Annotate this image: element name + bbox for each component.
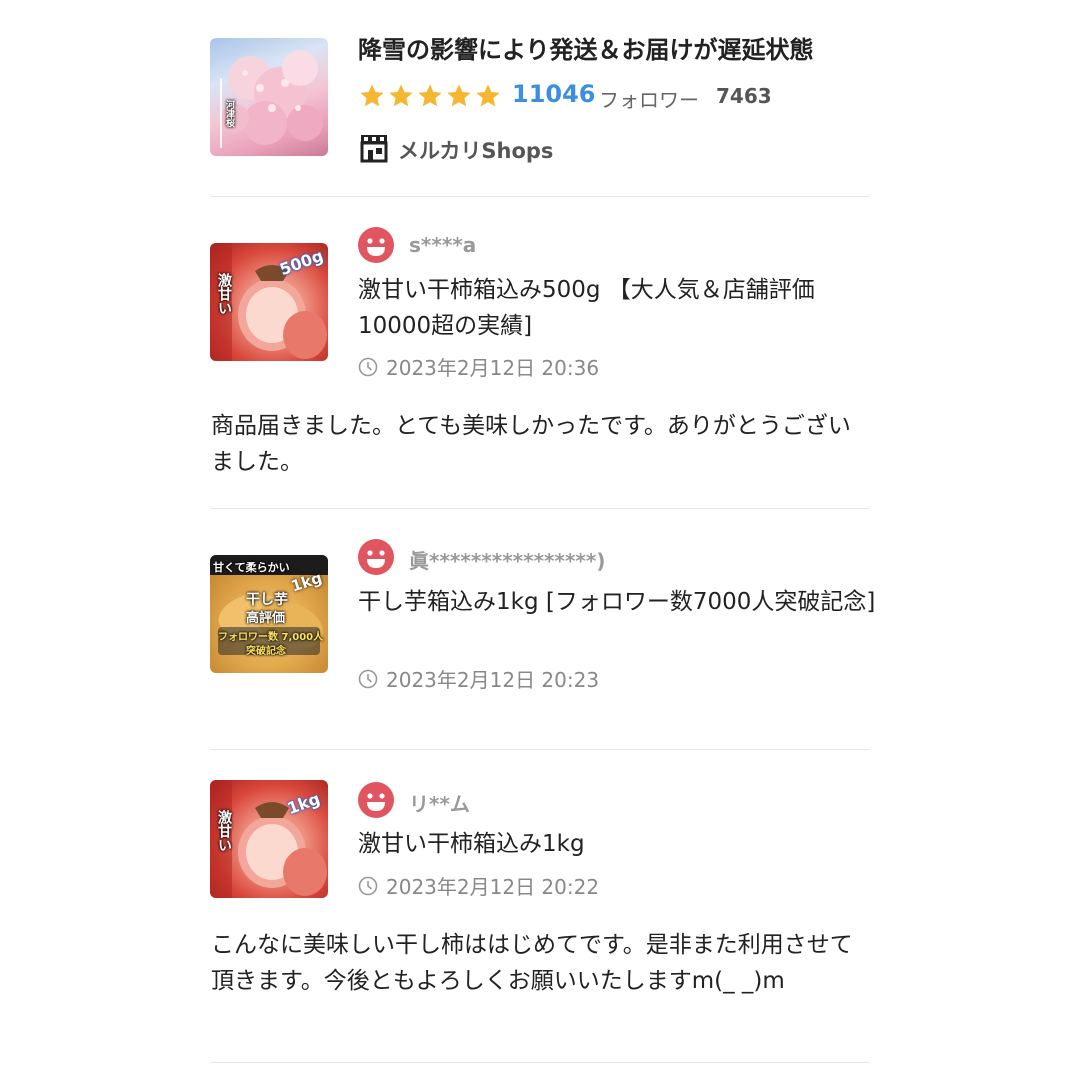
review-comment: こんなに美味しい干し柿ははじめてです。是非また利用させて頂きます。今後ともよろし…	[211, 932, 853, 994]
thumbnail-mid-text: 干し芋	[246, 592, 288, 608]
review-time-text: 2023年2月12日 20:36	[386, 356, 600, 380]
thumbnail-side-text: 激甘い	[216, 810, 232, 852]
shop-avatar-caption: 河津桜	[224, 100, 234, 127]
thumbnail-bottom-text: フォロワー数 7,000人	[218, 632, 324, 643]
reviewer-username[interactable]: リ**ム	[409, 788, 470, 817]
reviewer-username[interactable]: 眞****************)	[409, 545, 605, 574]
clock-icon	[358, 669, 378, 688]
product-thumbnail[interactable]: 激甘い 1kg	[210, 780, 328, 898]
star-icon	[476, 84, 500, 107]
follower-count[interactable]: 7463	[716, 84, 772, 108]
star-icon	[360, 84, 384, 107]
product-title[interactable]: 激甘い干柿箱込み1kg	[358, 826, 878, 862]
divider	[210, 749, 870, 750]
rating-stars	[358, 82, 502, 110]
shop-store-icon	[360, 135, 388, 163]
divider	[210, 508, 870, 509]
review-timestamp: 2023年2月12日 20:36	[358, 352, 599, 381]
thumbnail-bottom-text: 突破記念	[246, 646, 286, 657]
divider	[210, 1062, 870, 1063]
product-thumbnail[interactable]: 甘くて柔らかい 1kg 干し芋 高評価 フォロワー数 7,000人 突破記念	[210, 555, 328, 673]
thumbnail-side-text: 激甘い	[216, 273, 232, 315]
star-icon	[389, 84, 413, 107]
review-timestamp: 2023年2月12日 20:23	[358, 664, 599, 693]
shop-avatar[interactable]: 河津桜	[210, 38, 328, 156]
shops-label[interactable]: メルカリShops	[398, 135, 553, 165]
clock-icon	[358, 876, 378, 895]
star-icon	[447, 84, 471, 107]
cherry-blossom-image	[220, 50, 323, 148]
star-icon	[418, 84, 442, 107]
review-time-text: 2023年2月12日 20:23	[386, 668, 600, 692]
user-avatar-icon[interactable]	[358, 539, 394, 575]
product-thumbnail[interactable]: 激甘い 500g	[210, 243, 328, 361]
shop-title[interactable]: 降雪の影響により発送＆お届けが遅延状態	[358, 30, 814, 65]
reviewer-username[interactable]: s****a	[409, 233, 476, 257]
user-avatar-icon[interactable]	[358, 227, 394, 263]
thumbnail-mid-text: 高評価	[246, 611, 286, 626]
review-timestamp: 2023年2月12日 20:22	[358, 871, 599, 900]
thumbnail-top-text: 甘くて柔らかい	[213, 561, 290, 574]
product-title[interactable]: 干し芋箱込み1kg [フォロワー数7000人突破記念]	[358, 584, 878, 620]
clock-icon	[358, 357, 378, 376]
product-title[interactable]: 激甘い干柿箱込み500g 【大人気＆店舗評価10000超の実績]	[358, 272, 878, 344]
divider	[210, 196, 870, 197]
rating-count[interactable]: 11046	[512, 80, 596, 108]
user-avatar-icon[interactable]	[358, 782, 394, 818]
follower-label: フォロワー	[599, 88, 699, 112]
review-time-text: 2023年2月12日 20:22	[386, 875, 600, 899]
review-comment: 商品届きました。とても美味しかったです。ありがとうございました。	[211, 413, 851, 475]
